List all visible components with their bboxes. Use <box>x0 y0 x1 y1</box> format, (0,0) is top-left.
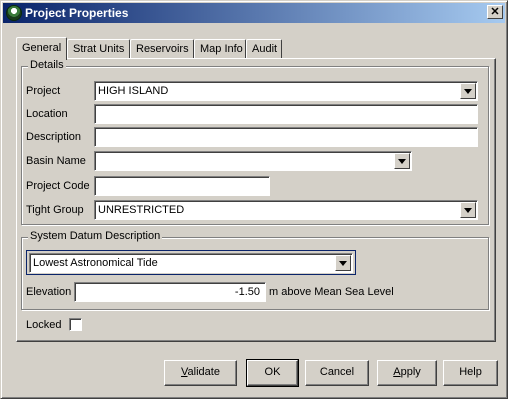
location-label: Location <box>26 108 68 120</box>
datum-value: Lowest Astronomical Tide <box>33 257 158 269</box>
project-combo[interactable]: HIGH ISLAND <box>94 81 478 101</box>
locked-label: Locked <box>26 319 62 331</box>
chevron-down-icon <box>398 159 406 164</box>
project-value: HIGH ISLAND <box>98 85 169 97</box>
tab-map-info[interactable]: Map Info <box>194 39 246 58</box>
project-code-input[interactable] <box>94 176 270 196</box>
location-input[interactable] <box>94 104 478 124</box>
project-code-label: Project Code <box>26 180 90 192</box>
elevation-label: Elevation <box>26 286 72 298</box>
details-group-title: Details <box>28 59 66 71</box>
basin-name-combo[interactable] <box>94 151 412 171</box>
datum-combo-focus: Lowest Astronomical Tide <box>26 250 356 275</box>
ok-button[interactable]: OK <box>246 359 299 387</box>
tight-group-label: Tight Group <box>26 204 84 216</box>
tab-strat-units[interactable]: Strat Units <box>67 39 130 58</box>
basin-name-label: Basin Name <box>26 155 86 167</box>
chevron-down-icon <box>464 208 472 213</box>
description-label: Description <box>26 131 82 143</box>
tab-general[interactable]: General <box>16 37 67 60</box>
datum-combo[interactable]: Lowest Astronomical Tide <box>29 253 353 273</box>
elevation-units: m above Mean Sea Level <box>269 286 394 298</box>
tab-reservoirs[interactable]: Reservoirs <box>130 39 194 58</box>
basin-dropdown-button[interactable] <box>394 153 410 169</box>
tab-audit[interactable]: Audit <box>246 39 282 58</box>
tight-group-dropdown-button[interactable] <box>460 202 476 218</box>
cancel-button[interactable]: Cancel <box>305 360 369 386</box>
locked-checkbox[interactable] <box>69 318 82 331</box>
project-label: Project <box>26 85 61 97</box>
help-button[interactable]: Help <box>443 360 498 386</box>
system-datum-group-title: System Datum Description <box>28 230 163 242</box>
chevron-down-icon <box>339 261 347 266</box>
close-button[interactable]: ✕ <box>487 5 503 19</box>
datum-dropdown-button[interactable] <box>335 255 351 271</box>
apply-button[interactable]: Apply <box>377 360 437 386</box>
tight-group-combo[interactable]: UNRESTRICTED <box>94 200 478 220</box>
chevron-down-icon <box>464 89 472 94</box>
tight-group-value: UNRESTRICTED <box>98 204 185 216</box>
project-properties-window: Project Properties ✕ General Strat Units… <box>0 0 508 399</box>
elevation-input[interactable]: -1.50 <box>74 282 266 302</box>
description-input[interactable] <box>94 127 478 147</box>
project-dropdown-button[interactable] <box>460 83 476 99</box>
window-title: Project Properties <box>25 6 129 20</box>
title-bar[interactable]: Project Properties ✕ <box>3 3 505 23</box>
app-globe-icon <box>6 5 22 21</box>
validate-button[interactable]: Validate <box>164 360 237 386</box>
